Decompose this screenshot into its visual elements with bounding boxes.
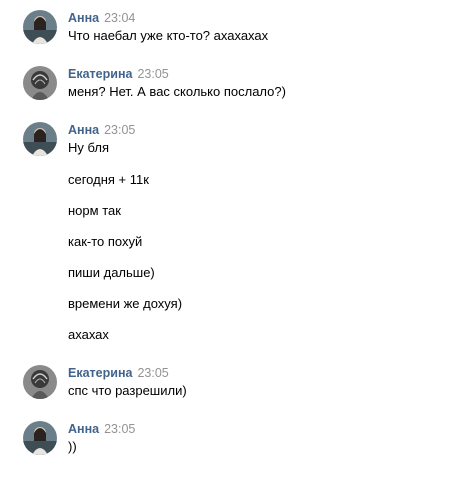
avatar-anna-icon <box>23 122 57 156</box>
avatar-anna-icon <box>23 10 57 44</box>
author-name[interactable]: Екатерина <box>68 366 132 380</box>
message-header: Екатерина 23:05 <box>68 66 169 82</box>
message-text: )) <box>68 439 77 454</box>
message-time[interactable]: 23:05 <box>137 67 168 81</box>
message-text: пиши дальше) <box>68 265 155 280</box>
message-time[interactable]: 23:05 <box>137 366 168 380</box>
message-time[interactable]: 23:05 <box>104 123 135 137</box>
avatar-anna[interactable] <box>23 10 57 44</box>
avatar-anna[interactable] <box>23 421 57 455</box>
message-text: сегодня + 11к <box>68 172 149 187</box>
avatar-ekaterina-icon <box>23 66 57 100</box>
message-header: Анна 23:04 <box>68 10 135 26</box>
message-time[interactable]: 23:04 <box>104 11 135 25</box>
message-history: Анна 23:04 Что наебал уже кто-то? ахахаха… <box>0 0 452 486</box>
message-header: Анна 23:05 <box>68 122 135 138</box>
author-name[interactable]: Анна <box>68 123 99 137</box>
message-time[interactable]: 23:05 <box>104 422 135 436</box>
avatar-anna[interactable] <box>23 122 57 156</box>
message-text: Что наебал уже кто-то? ахахахах <box>68 28 269 43</box>
avatar-ekaterina[interactable] <box>23 66 57 100</box>
message-text: спс что разрешили) <box>68 383 187 398</box>
message-text: времени же дохуя) <box>68 296 183 311</box>
message-text: как-то похуй <box>68 234 143 249</box>
avatar-ekaterina[interactable] <box>23 365 57 399</box>
author-name[interactable]: Анна <box>68 11 99 25</box>
avatar-anna-icon <box>23 421 57 455</box>
message-text: меня? Нет. А вас сколько послало?) <box>68 84 286 99</box>
message-header: Анна 23:05 <box>68 421 135 437</box>
message-text: ахахах <box>68 327 109 342</box>
avatar-ekaterina-icon <box>23 365 57 399</box>
message-text: норм так <box>68 203 121 218</box>
author-name[interactable]: Екатерина <box>68 67 132 81</box>
message-text: Ну бля <box>68 140 109 155</box>
author-name[interactable]: Анна <box>68 422 99 436</box>
message-header: Екатерина 23:05 <box>68 365 169 381</box>
